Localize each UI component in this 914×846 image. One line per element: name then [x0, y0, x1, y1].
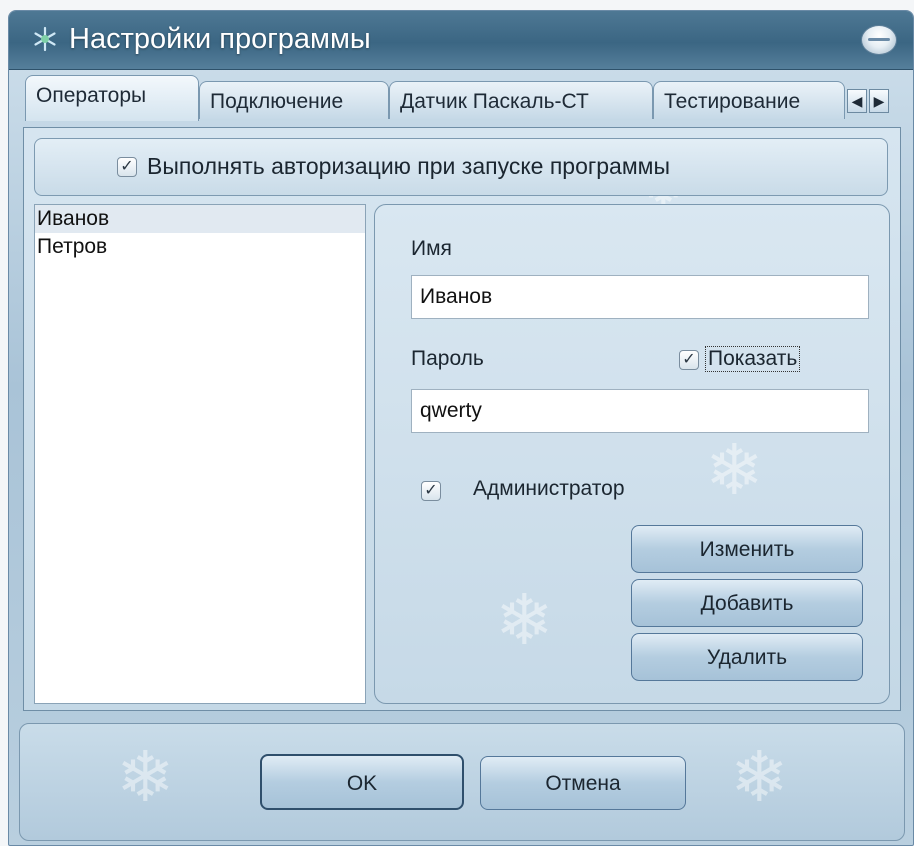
- show-password-checkbox[interactable]: ✓: [679, 350, 699, 370]
- settings-window: Настройки программы Операторы Подключени…: [8, 10, 914, 846]
- auth-checkbox-label[interactable]: Выполнять авторизацию при запуске програ…: [147, 153, 670, 180]
- snowflake-decor-icon: ❄: [495, 581, 554, 659]
- operators-panel: ❄ ✓ Выполнять авторизацию при запуске пр…: [23, 127, 901, 711]
- name-label: Имя: [411, 237, 452, 260]
- dialog-footer: ❄ ❄ OK Отмена: [19, 723, 905, 841]
- name-input[interactable]: [411, 275, 869, 319]
- admin-checkbox[interactable]: ✓: [421, 481, 441, 501]
- ok-button[interactable]: OK: [260, 754, 464, 810]
- password-input[interactable]: [411, 389, 869, 433]
- tab-scroll-left-icon[interactable]: ◀: [847, 89, 867, 113]
- tab-testing[interactable]: Тестирование: [653, 81, 845, 119]
- operators-list[interactable]: Иванов Петров: [34, 204, 366, 704]
- add-button[interactable]: Добавить: [631, 579, 863, 627]
- show-password-label[interactable]: Показать: [705, 346, 801, 372]
- snowflake-decor-icon: ❄: [730, 738, 789, 816]
- tab-sensor-pascal-st[interactable]: Датчик Паскаль-СТ: [389, 81, 653, 119]
- tab-bar: Операторы Подключение Датчик Паскаль-СТ …: [9, 69, 913, 127]
- admin-label[interactable]: Администратор: [473, 477, 625, 501]
- operator-form: ❄ ❄ Имя Пароль ✓ Показать ✓ Администрато…: [374, 204, 890, 704]
- snowflake-decor-icon: ❄: [705, 431, 764, 509]
- cancel-button[interactable]: Отмена: [480, 756, 686, 810]
- edit-button[interactable]: Изменить: [631, 525, 863, 573]
- delete-button[interactable]: Удалить: [631, 633, 863, 681]
- minimize-icon[interactable]: [861, 25, 897, 55]
- snowflake-decor-icon: ❄: [116, 738, 175, 816]
- tab-scroll-right-icon[interactable]: ▶: [869, 89, 889, 113]
- title-bar[interactable]: Настройки программы: [9, 11, 913, 70]
- list-item[interactable]: Петров: [35, 233, 365, 261]
- tab-connection[interactable]: Подключение: [199, 81, 389, 119]
- auth-option-box: ✓ Выполнять авторизацию при запуске прог…: [34, 138, 888, 196]
- snowflake-icon: [34, 26, 56, 52]
- password-label: Пароль: [411, 347, 484, 370]
- window-title: Настройки программы: [69, 23, 371, 55]
- list-item[interactable]: Иванов: [35, 205, 365, 233]
- auth-checkbox[interactable]: ✓: [117, 157, 137, 177]
- tab-operators[interactable]: Операторы: [25, 75, 199, 121]
